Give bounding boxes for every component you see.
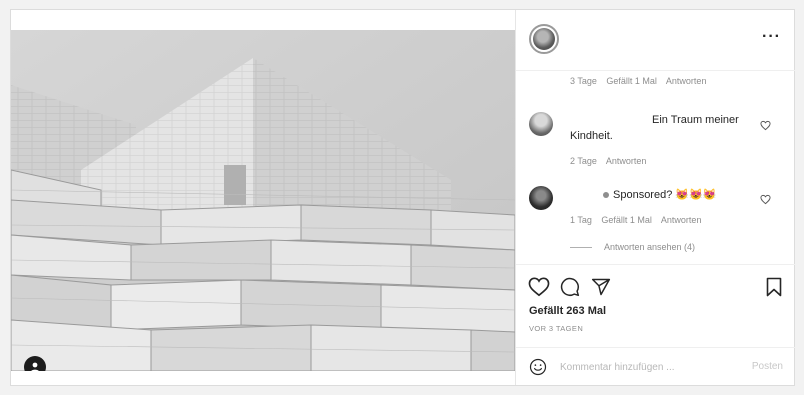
comment-text: Kindheit. — [570, 130, 613, 142]
comment-meta: 1 Tag Gefällt 1 Mal Antworten — [570, 215, 708, 225]
post-header: ··· — [516, 10, 795, 71]
comment-meta: 3 Tage Gefällt 1 Mal Antworten — [570, 76, 713, 86]
comment-likes[interactable]: Gefällt 1 Mal — [601, 215, 652, 225]
comments-list: 3 Tage Gefällt 1 Mal Antworten Ein Traum… — [516, 70, 795, 260]
comment-likes[interactable]: Gefällt 1 Mal — [606, 76, 657, 86]
view-replies-button[interactable]: Antworten ansehen (4) — [570, 242, 695, 252]
share-icon[interactable] — [591, 277, 611, 297]
comment-age: 2 Tage — [570, 156, 597, 166]
comment-text: Ein Traum meiner — [652, 114, 739, 126]
bookmark-icon[interactable] — [766, 277, 782, 297]
like-comment-icon[interactable] — [760, 194, 771, 205]
comment-age: 1 Tag — [570, 215, 592, 225]
author-avatar[interactable] — [529, 24, 559, 54]
building-photo — [11, 30, 515, 371]
post-photo[interactable] — [11, 30, 515, 371]
heart-icon[interactable] — [528, 277, 550, 297]
reply-link[interactable]: Antworten — [666, 76, 707, 86]
comment-bar: Posten — [516, 347, 795, 386]
likes-count[interactable]: Gefällt 263 Mal — [529, 305, 606, 317]
post-timestamp: VOR 3 TAGEN — [529, 324, 584, 333]
more-options-button[interactable]: ··· — [762, 29, 781, 45]
emoji-icon[interactable] — [529, 358, 547, 376]
user-icon[interactable] — [24, 356, 46, 371]
like-comment-icon[interactable] — [760, 120, 771, 131]
commenter-avatar[interactable] — [529, 186, 553, 210]
reply-link[interactable]: Antworten — [661, 215, 702, 225]
post-panel: ··· 3 Tage Gefällt 1 Mal Antworten Ein T… — [515, 10, 795, 385]
comment-meta: 2 Tage Antworten — [570, 156, 653, 166]
comment-icon[interactable] — [560, 277, 580, 297]
comment-body: Sponsored? 😻😻😻 — [603, 188, 716, 201]
post-button[interactable]: Posten — [752, 361, 783, 372]
commenter-avatar[interactable] — [529, 112, 553, 136]
comment-age: 3 Tage — [570, 76, 597, 86]
view-replies-label: Antworten ansehen (4) — [604, 242, 696, 252]
post-actions: Gefällt 263 Mal VOR 3 TAGEN — [516, 264, 795, 345]
comment-input[interactable] — [560, 358, 730, 376]
comment-text: Sponsored? 😻😻😻 — [613, 189, 717, 201]
verified-dot-icon — [603, 191, 609, 198]
post-card: ··· 3 Tage Gefällt 1 Mal Antworten Ein T… — [10, 9, 795, 386]
reply-link[interactable]: Antworten — [606, 156, 647, 166]
